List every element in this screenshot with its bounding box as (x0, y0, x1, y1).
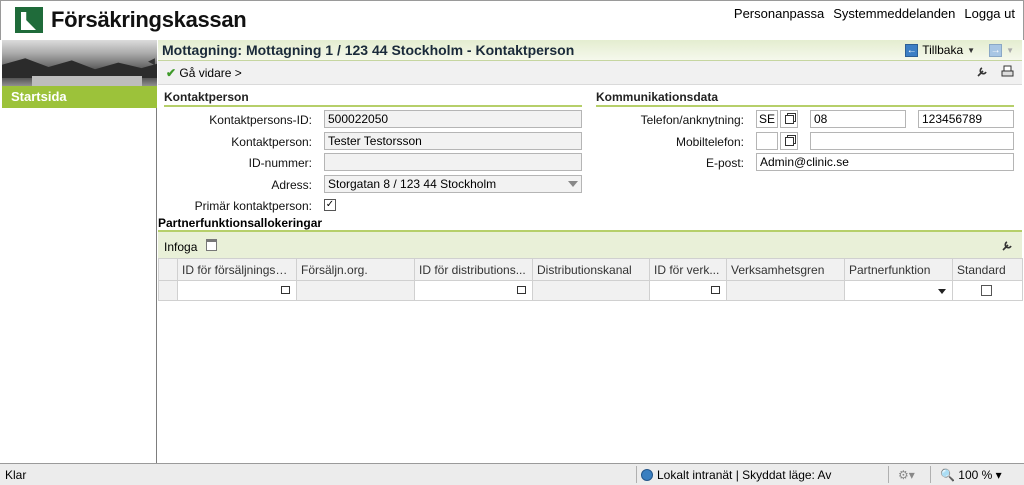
collapse-sidebar-icon[interactable]: ◀ (148, 56, 155, 67)
value-help-icon[interactable] (281, 286, 290, 294)
main-content: Mottagning: Mottagning 1 / 123 44 Stockh… (158, 40, 1023, 463)
zoom-level: 100 % (958, 468, 993, 482)
phone-country-field[interactable]: SE (756, 110, 778, 128)
email-label: E-post: (705, 156, 744, 170)
action-bar: ✔ Gå vidare > (158, 61, 1022, 85)
column-header[interactable]: ID för distributions... (414, 258, 533, 281)
personalize-link[interactable]: Personanpassa (734, 6, 824, 21)
contact-id-field: 500022050 (324, 110, 582, 128)
table-header-row: ID för försäljningso... Försäljn.org. ID… (158, 258, 1023, 281)
phone-label: Telefon/anknytning: (640, 113, 744, 127)
standard-cell[interactable] (952, 280, 1023, 301)
contact-section-header: Kontaktperson (164, 90, 582, 107)
distribution-channel-cell (532, 280, 650, 301)
zone-text: Lokalt intranät | Skyddat läge: Av (657, 468, 832, 482)
column-header[interactable]: Försäljn.org. (296, 258, 415, 281)
division-cell (726, 280, 845, 301)
value-help-icon[interactable] (517, 286, 526, 294)
top-header: Försäkringskassan Personanpassa Systemme… (0, 0, 1024, 40)
email-field[interactable]: Admin@clinic.se (756, 153, 1014, 171)
protected-mode-icon[interactable]: ⚙▾ (898, 468, 915, 482)
column-header[interactable]: ID för verk... (649, 258, 727, 281)
distribution-id-cell[interactable] (414, 280, 533, 301)
insert-button[interactable]: Infoga (164, 240, 197, 254)
standard-checkbox[interactable] (981, 285, 992, 296)
back-dropdown-icon[interactable]: ▼ (967, 46, 975, 55)
partner-table: ID för försäljningso... Försäljn.org. ID… (158, 258, 1023, 301)
row-selector[interactable] (158, 280, 178, 301)
title-bar: Mottagning: Mottagning 1 / 123 44 Stockh… (158, 40, 1022, 61)
address-select[interactable]: Storgatan 8 / 123 44 Stockholm (324, 175, 582, 193)
mobile-country-field[interactable] (756, 132, 778, 150)
security-zone: Lokalt intranät | Skyddat läge: Av (641, 468, 831, 482)
logo-text: Försäkringskassan (51, 7, 247, 32)
sales-org-id-cell[interactable] (177, 280, 297, 301)
partner-function-cell[interactable] (844, 280, 953, 301)
row-selector-header[interactable] (158, 258, 178, 281)
back-button[interactable]: Tillbaka (922, 43, 963, 57)
contact-name-label: Kontaktperson: (231, 135, 312, 149)
value-help-icon[interactable] (711, 286, 720, 294)
column-header[interactable]: ID för försäljningso... (177, 258, 297, 281)
address-label: Adress: (271, 178, 312, 192)
wrench-icon[interactable] (976, 65, 989, 81)
partner-toolbar: Infoga (158, 230, 1022, 258)
continue-button[interactable]: ✔ Gå vidare > (166, 66, 242, 80)
phone-number-field[interactable]: 123456789 (918, 110, 1014, 128)
navigation-buttons: ← Tillbaka ▼ → ▼ (905, 43, 1014, 57)
back-arrow-icon[interactable]: ← (905, 43, 919, 57)
primary-contact-label: Primär kontaktperson: (194, 199, 312, 213)
sidebar-item-startsida[interactable]: Startsida (2, 86, 157, 108)
zoom-control[interactable]: 🔍 100 % ▾ (940, 468, 1002, 482)
divider (888, 466, 889, 483)
globe-icon (641, 469, 653, 481)
system-messages-link[interactable]: Systemmeddelanden (833, 6, 955, 21)
communication-section-header: Kommunikationsdata (596, 90, 1014, 107)
division-id-cell[interactable] (649, 280, 727, 301)
page-title: Mottagning: Mottagning 1 / 123 44 Stockh… (162, 42, 575, 58)
id-number-label: ID-nummer: (248, 156, 312, 170)
top-links: Personanpassa Systemmeddelanden Logga ut (734, 6, 1015, 21)
print-icon[interactable] (1001, 65, 1014, 81)
divider (636, 466, 637, 483)
mobile-country-picker-icon[interactable] (780, 132, 798, 150)
address-value: Storgatan 8 / 123 44 Stockholm (328, 177, 497, 191)
id-number-field (324, 153, 582, 171)
primary-contact-checkbox[interactable]: ✓ (324, 199, 336, 211)
continue-label: Gå vidare > (179, 66, 242, 80)
contact-name-field: Tester Testorsson (324, 132, 582, 150)
logout-link[interactable]: Logga ut (964, 6, 1015, 21)
table-row (158, 280, 1023, 301)
column-header[interactable]: Standard (952, 258, 1023, 281)
logo: Försäkringskassan (15, 7, 247, 33)
column-header[interactable]: Partnerfunktion (844, 258, 953, 281)
checkmark-icon: ✔ (166, 66, 177, 80)
status-text: Klar (5, 468, 27, 482)
forward-arrow-icon[interactable]: → (989, 43, 1003, 57)
forward-dropdown-icon[interactable]: ▼ (1006, 46, 1014, 55)
trash-icon[interactable] (206, 239, 217, 251)
phone-area-field[interactable]: 08 (810, 110, 906, 128)
mobile-number-field[interactable] (810, 132, 1014, 150)
status-bar: Klar Lokalt intranät | Skyddat läge: Av … (0, 463, 1024, 485)
contact-id-label: Kontaktpersons-ID: (209, 113, 312, 127)
partner-section-title: Partnerfunktionsallokeringar (158, 216, 323, 230)
mobile-label: Mobiltelefon: (675, 135, 744, 149)
logo-mark-icon (15, 7, 43, 33)
partner-wrench-icon[interactable] (1001, 239, 1014, 255)
phone-country-picker-icon[interactable] (780, 110, 798, 128)
chevron-down-icon[interactable] (938, 289, 946, 294)
chevron-down-icon (568, 181, 578, 187)
sales-org-cell (296, 280, 415, 301)
divider (930, 466, 931, 483)
landscape-image (2, 40, 157, 86)
column-header[interactable]: Verksamhetsgren (726, 258, 845, 281)
column-header[interactable]: Distributionskanal (532, 258, 650, 281)
sidebar: Startsida (2, 40, 157, 463)
